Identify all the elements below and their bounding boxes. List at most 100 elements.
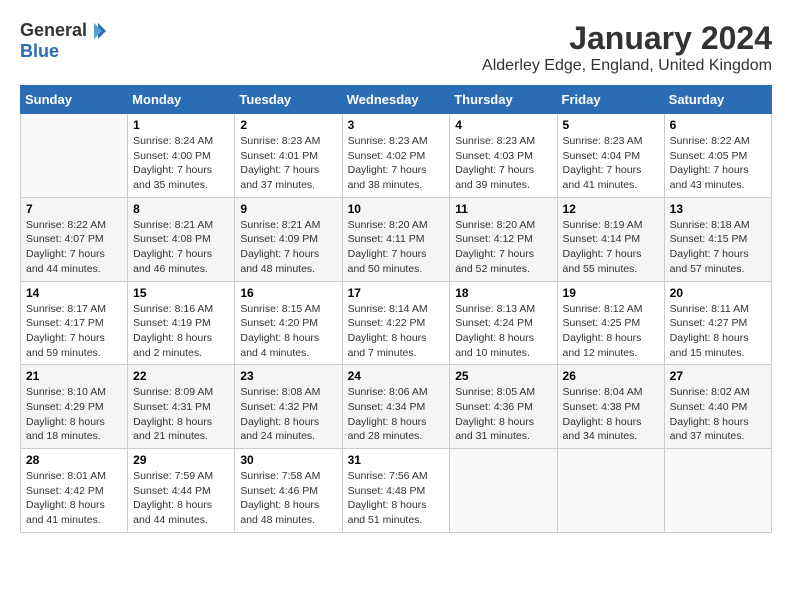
calendar-cell: 3 Sunrise: 8:23 AM Sunset: 4:02 PM Daylig…	[342, 114, 450, 198]
calendar-day-header: Saturday	[664, 86, 771, 114]
logo-general-text: General	[20, 20, 87, 41]
day-info: Sunrise: 8:19 AM Sunset: 4:14 PM Dayligh…	[563, 218, 659, 277]
day-number: 18	[455, 286, 551, 300]
day-info: Sunrise: 8:21 AM Sunset: 4:08 PM Dayligh…	[133, 218, 229, 277]
location-subtitle: Alderley Edge, England, United Kingdom	[482, 57, 772, 75]
day-info: Sunrise: 8:23 AM Sunset: 4:04 PM Dayligh…	[563, 134, 659, 193]
day-info: Sunrise: 8:20 AM Sunset: 4:11 PM Dayligh…	[348, 218, 445, 277]
day-info: Sunrise: 8:24 AM Sunset: 4:00 PM Dayligh…	[133, 134, 229, 193]
calendar-cell: 15 Sunrise: 8:16 AM Sunset: 4:19 PM Dayli…	[128, 281, 235, 365]
day-info: Sunrise: 8:23 AM Sunset: 4:02 PM Dayligh…	[348, 134, 445, 193]
calendar-cell: 13Sunrise: 8:18 AM Sunset: 4:15 PM Dayli…	[664, 197, 771, 281]
day-info: Sunrise: 8:23 AM Sunset: 4:03 PM Dayligh…	[455, 134, 551, 193]
calendar-cell: 8Sunrise: 8:21 AM Sunset: 4:08 PM Daylig…	[128, 197, 235, 281]
calendar-cell: 23 Sunrise: 8:08 AM Sunset: 4:32 PM Dayli…	[235, 365, 342, 449]
day-info: Sunrise: 8:22 AM Sunset: 4:07 PM Dayligh…	[26, 218, 122, 277]
calendar-cell: 25 Sunrise: 8:05 AM Sunset: 4:36 PM Dayli…	[450, 365, 557, 449]
calendar-cell	[557, 449, 664, 533]
day-number: 20	[670, 286, 766, 300]
calendar-cell: 1 Sunrise: 8:24 AM Sunset: 4:00 PM Daylig…	[128, 114, 235, 198]
calendar-cell: 14 Sunrise: 8:17 AM Sunset: 4:17 PM Dayli…	[21, 281, 128, 365]
day-number: 19	[563, 286, 659, 300]
day-number: 5	[563, 118, 659, 132]
day-number: 9	[240, 202, 336, 216]
day-number: 16	[240, 286, 336, 300]
day-number: 7	[26, 202, 122, 216]
day-number: 29	[133, 453, 229, 467]
header: General Blue January 2024 Alderley Edge,…	[20, 20, 772, 75]
day-number: 11	[455, 202, 551, 216]
day-info: Sunrise: 8:06 AM Sunset: 4:34 PM Dayligh…	[348, 385, 445, 444]
day-info: Sunrise: 8:12 AM Sunset: 4:25 PM Dayligh…	[563, 302, 659, 361]
day-info: Sunrise: 8:23 AM Sunset: 4:01 PM Dayligh…	[240, 134, 336, 193]
day-number: 14	[26, 286, 122, 300]
day-number: 15	[133, 286, 229, 300]
calendar-cell: 19 Sunrise: 8:12 AM Sunset: 4:25 PM Dayli…	[557, 281, 664, 365]
day-number: 4	[455, 118, 551, 132]
calendar-day-header: Tuesday	[235, 86, 342, 114]
day-info: Sunrise: 8:08 AM Sunset: 4:32 PM Dayligh…	[240, 385, 336, 444]
day-info: Sunrise: 7:59 AM Sunset: 4:44 PM Dayligh…	[133, 469, 229, 528]
day-info: Sunrise: 8:02 AM Sunset: 4:40 PM Dayligh…	[670, 385, 766, 444]
day-number: 25	[455, 369, 551, 383]
calendar-day-header: Wednesday	[342, 86, 450, 114]
day-info: Sunrise: 8:16 AM Sunset: 4:19 PM Dayligh…	[133, 302, 229, 361]
calendar-cell: 26 Sunrise: 8:04 AM Sunset: 4:38 PM Dayli…	[557, 365, 664, 449]
calendar-header-row: SundayMondayTuesdayWednesdayThursdayFrid…	[21, 86, 772, 114]
calendar-cell: 24 Sunrise: 8:06 AM Sunset: 4:34 PM Dayli…	[342, 365, 450, 449]
day-info: Sunrise: 8:14 AM Sunset: 4:22 PM Dayligh…	[348, 302, 445, 361]
calendar-day-header: Friday	[557, 86, 664, 114]
calendar-cell: 2 Sunrise: 8:23 AM Sunset: 4:01 PM Daylig…	[235, 114, 342, 198]
day-info: Sunrise: 8:05 AM Sunset: 4:36 PM Dayligh…	[455, 385, 551, 444]
calendar-cell	[664, 449, 771, 533]
day-number: 30	[240, 453, 336, 467]
logo-blue-text: Blue	[20, 41, 59, 62]
calendar-week-row: 7 Sunrise: 8:22 AM Sunset: 4:07 PM Daylig…	[21, 197, 772, 281]
calendar-day-header: Monday	[128, 86, 235, 114]
day-number: 27	[670, 369, 766, 383]
day-number: 31	[348, 453, 445, 467]
day-info: Sunrise: 8:10 AM Sunset: 4:29 PM Dayligh…	[26, 385, 122, 444]
day-info: Sunrise: 8:11 AM Sunset: 4:27 PM Dayligh…	[670, 302, 766, 361]
calendar-cell	[450, 449, 557, 533]
day-number: 22	[133, 369, 229, 383]
calendar-cell	[21, 114, 128, 198]
day-info: Sunrise: 8:04 AM Sunset: 4:38 PM Dayligh…	[563, 385, 659, 444]
logo: General Blue	[20, 20, 108, 62]
day-number: 6	[670, 118, 766, 132]
day-info: Sunrise: 8:20 AM Sunset: 4:12 PM Dayligh…	[455, 218, 551, 277]
day-number: 3	[348, 118, 445, 132]
calendar-cell: 7 Sunrise: 8:22 AM Sunset: 4:07 PM Daylig…	[21, 197, 128, 281]
calendar-week-row: 1 Sunrise: 8:24 AM Sunset: 4:00 PM Daylig…	[21, 114, 772, 198]
calendar-day-header: Sunday	[21, 86, 128, 114]
day-info: Sunrise: 8:09 AM Sunset: 4:31 PM Dayligh…	[133, 385, 229, 444]
day-info: Sunrise: 8:17 AM Sunset: 4:17 PM Dayligh…	[26, 302, 122, 361]
calendar-table: SundayMondayTuesdayWednesdayThursdayFrid…	[20, 85, 772, 533]
day-info: Sunrise: 8:01 AM Sunset: 4:42 PM Dayligh…	[26, 469, 122, 528]
day-number: 23	[240, 369, 336, 383]
day-number: 1	[133, 118, 229, 132]
calendar-cell: 21Sunrise: 8:10 AM Sunset: 4:29 PM Dayli…	[21, 365, 128, 449]
day-number: 24	[348, 369, 445, 383]
calendar-cell: 22 Sunrise: 8:09 AM Sunset: 4:31 PM Dayli…	[128, 365, 235, 449]
day-number: 10	[348, 202, 445, 216]
day-info: Sunrise: 8:21 AM Sunset: 4:09 PM Dayligh…	[240, 218, 336, 277]
calendar-cell: 28 Sunrise: 8:01 AM Sunset: 4:42 PM Dayli…	[21, 449, 128, 533]
calendar-cell: 6 Sunrise: 8:22 AM Sunset: 4:05 PM Daylig…	[664, 114, 771, 198]
calendar-cell: 12Sunrise: 8:19 AM Sunset: 4:14 PM Dayli…	[557, 197, 664, 281]
day-number: 26	[563, 369, 659, 383]
day-number: 2	[240, 118, 336, 132]
title-area: January 2024 Alderley Edge, England, Uni…	[482, 20, 772, 75]
day-info: Sunrise: 8:13 AM Sunset: 4:24 PM Dayligh…	[455, 302, 551, 361]
calendar-cell: 10 Sunrise: 8:20 AM Sunset: 4:11 PM Dayli…	[342, 197, 450, 281]
day-info: Sunrise: 7:56 AM Sunset: 4:48 PM Dayligh…	[348, 469, 445, 528]
calendar-cell: 11 Sunrise: 8:20 AM Sunset: 4:12 PM Dayli…	[450, 197, 557, 281]
calendar-cell: 16 Sunrise: 8:15 AM Sunset: 4:20 PM Dayli…	[235, 281, 342, 365]
calendar-week-row: 28 Sunrise: 8:01 AM Sunset: 4:42 PM Dayli…	[21, 449, 772, 533]
day-number: 13	[670, 202, 766, 216]
calendar-cell: 27 Sunrise: 8:02 AM Sunset: 4:40 PM Dayli…	[664, 365, 771, 449]
day-number: 28	[26, 453, 122, 467]
day-info: Sunrise: 8:22 AM Sunset: 4:05 PM Dayligh…	[670, 134, 766, 193]
day-info: Sunrise: 8:15 AM Sunset: 4:20 PM Dayligh…	[240, 302, 336, 361]
calendar-week-row: 21Sunrise: 8:10 AM Sunset: 4:29 PM Dayli…	[21, 365, 772, 449]
